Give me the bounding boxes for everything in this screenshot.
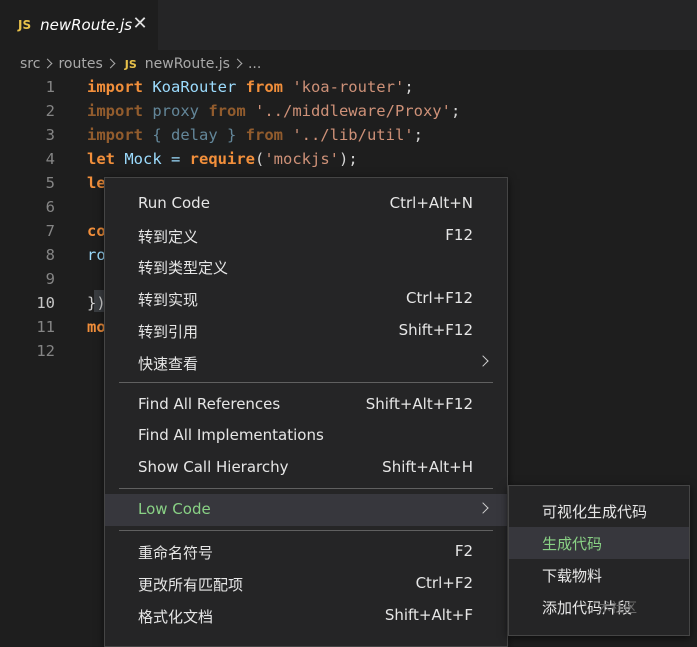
line-number: 9: [45, 270, 55, 288]
menu-item-show-call-hierarchy[interactable]: Show Call Hierarchy Shift+Alt+H: [105, 452, 507, 484]
line-number: 11: [36, 318, 55, 336]
code-line: import { delay } from '../lib/util';: [87, 126, 423, 144]
menu-item-go-to-type-definition[interactable]: 转到类型定义: [105, 251, 507, 283]
menu-item-go-to-definition[interactable]: 转到定义 F12: [105, 220, 507, 252]
breadcrumb-item-routes[interactable]: routes: [58, 56, 102, 72]
tab-newroute[interactable]: JS newRoute.js ✕: [0, 0, 158, 50]
javascript-file-icon: JS: [124, 57, 137, 71]
menu-item-change-all-occurrences[interactable]: 更改所有匹配项 Ctrl+F2: [105, 568, 507, 600]
menu-item-find-all-references[interactable]: Find All References Shift+Alt+F12: [105, 389, 507, 421]
line-number: 7: [45, 222, 55, 240]
menu-item-rename-symbol[interactable]: 重命名符号 F2: [105, 536, 507, 568]
chevron-right-icon: [105, 54, 119, 74]
context-menu: Run Code Ctrl+Alt+N 转到定义 F12 转到类型定义 转到实现 Ct…: [104, 177, 508, 647]
submenu-item-download-materials[interactable]: 下载物料: [509, 559, 689, 591]
menu-separator: [119, 382, 493, 383]
tab-title: newRoute.js: [40, 16, 133, 34]
javascript-file-icon: JS: [18, 18, 32, 32]
submenu-item-generate-code[interactable]: 生成代码: [509, 527, 689, 559]
menu-item-go-to-references[interactable]: 转到引用 Shift+F12: [105, 315, 507, 347]
breadcrumb-item-src[interactable]: src: [20, 56, 40, 72]
code-line: mo: [87, 318, 106, 336]
line-number: 1: [45, 78, 55, 96]
code-line: ro: [87, 246, 106, 264]
breadcrumb: src routes JS newRoute.js ...: [20, 54, 261, 74]
line-number: 3: [45, 126, 55, 144]
code-line: co: [87, 222, 106, 240]
menu-separator: [119, 530, 493, 531]
menu-separator: [119, 488, 493, 489]
menu-item-low-code[interactable]: Low Code: [105, 494, 507, 526]
chevron-right-icon: [477, 502, 489, 514]
code-line: import proxy from '../middleware/Proxy';: [87, 102, 461, 120]
line-number: 2: [45, 102, 55, 120]
menu-item-run-code[interactable]: Run Code Ctrl+Alt+N: [105, 188, 507, 220]
line-number: 6: [45, 198, 55, 216]
code-line: }): [87, 294, 106, 312]
close-icon[interactable]: ✕: [130, 14, 150, 34]
breadcrumb-item-file[interactable]: newRoute.js: [145, 56, 230, 72]
tab-bar: JS newRoute.js ✕: [0, 0, 697, 50]
menu-item-peek[interactable]: 快速查看: [105, 347, 507, 379]
chevron-right-icon: [42, 54, 56, 74]
submenu-item-visual-codegen[interactable]: 可视化生成代码: [509, 495, 689, 527]
menu-item-format-document[interactable]: 格式化文档 Shift+Alt+F: [105, 600, 507, 632]
line-number: 8: [45, 246, 55, 264]
line-number: 5: [45, 174, 55, 192]
code-line: import KoaRouter from 'koa-router';: [87, 78, 414, 96]
menu-item-go-to-implementation[interactable]: 转到实现 Ctrl+F12: [105, 283, 507, 315]
line-number-active: 10: [36, 294, 55, 312]
line-number: 4: [45, 150, 55, 168]
chevron-right-icon: [477, 355, 489, 367]
menu-item-find-all-implementations[interactable]: Find All Implementations: [105, 420, 507, 452]
line-number: 12: [36, 342, 55, 360]
watermark: 术社区: [598, 601, 638, 616]
chevron-right-icon: [232, 54, 246, 74]
code-line: let Mock = require('mockjs');: [87, 150, 358, 168]
breadcrumb-item-more[interactable]: ...: [248, 56, 261, 72]
code-line: le: [87, 174, 106, 192]
